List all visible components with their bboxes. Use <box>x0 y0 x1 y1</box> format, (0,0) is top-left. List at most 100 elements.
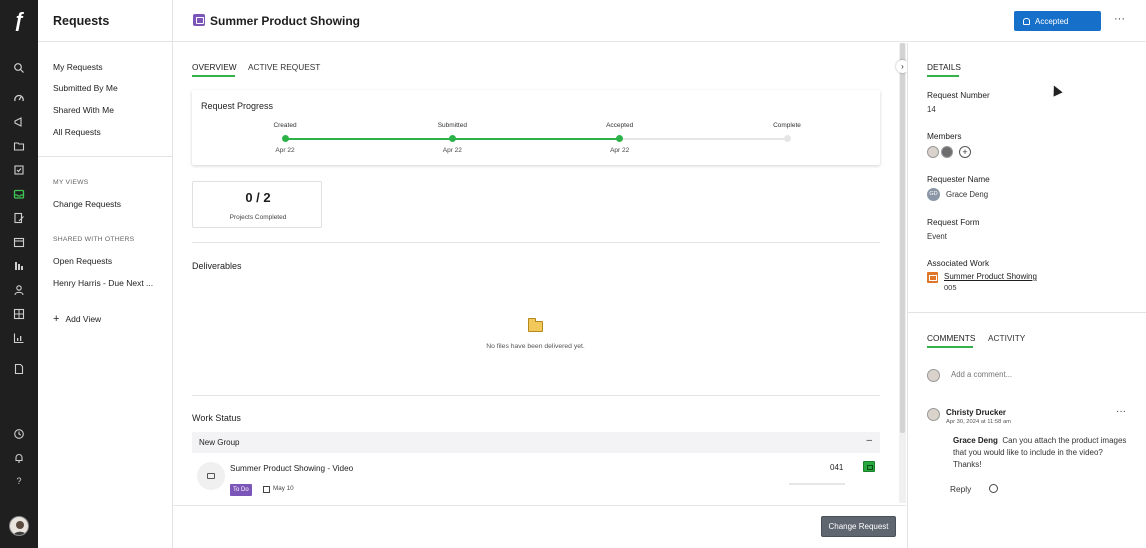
collapse-icon[interactable]: – <box>866 435 872 446</box>
divider <box>192 242 880 243</box>
progress-step-label: Accepted <box>606 122 634 129</box>
shared-heading: SHARED WITH OTHERS <box>53 236 135 243</box>
work-status-title: Work Status <box>192 413 241 423</box>
dashboard-icon[interactable] <box>13 92 25 104</box>
comment-more-icon[interactable]: ··· <box>1116 406 1126 417</box>
divider <box>908 312 1146 313</box>
chart-icon[interactable] <box>13 332 25 344</box>
tab-comments[interactable]: COMMENTS <box>927 333 975 343</box>
change-request-button[interactable]: Change Request <box>821 516 896 537</box>
progress-step-date: Apr 22 <box>275 147 295 154</box>
app-window: ƒ ? Requests My Requests Submitted By Me… <box>0 0 1146 548</box>
group-header[interactable]: New Group – <box>192 432 880 453</box>
tab-active-request[interactable]: ACTIVE REQUEST <box>248 62 320 72</box>
nav-item-all-requests[interactable]: All Requests <box>53 127 101 137</box>
grid-icon[interactable] <box>13 308 25 320</box>
work-progress-bar <box>789 483 845 485</box>
scroll-thumb[interactable] <box>900 43 905 433</box>
requester-name: Grace Deng <box>946 190 989 199</box>
due-date: May 10 <box>273 485 294 492</box>
progress-track <box>285 138 787 140</box>
icon-rail: ƒ ? <box>0 0 38 548</box>
comment-mention[interactable]: Grace Deng <box>953 436 998 445</box>
progress-step-dot <box>281 135 289 142</box>
nav-item-open-requests[interactable]: Open Requests <box>53 256 112 266</box>
work-code: 041 <box>830 463 844 472</box>
request-form-value: Event <box>927 232 947 241</box>
calendar-icon <box>263 486 270 493</box>
clock-icon[interactable] <box>13 428 25 440</box>
projects-count: 0 / 2 <box>245 190 271 205</box>
add-member-icon[interactable]: + <box>959 146 971 158</box>
members-label: Members <box>927 131 962 141</box>
request-icon <box>193 14 205 26</box>
board-icon[interactable] <box>13 260 25 272</box>
member-avatar[interactable] <box>927 146 939 158</box>
calendar-icon[interactable] <box>13 236 25 248</box>
work-name[interactable]: Summer Product Showing - Video <box>230 464 353 473</box>
progress-title: Request Progress <box>201 101 274 111</box>
progress-step-label: Created <box>273 122 297 129</box>
page-footer: Change Request <box>173 505 906 548</box>
progress-step-label: Submitted <box>437 122 467 129</box>
task-icon[interactable] <box>13 164 25 176</box>
tab-overview[interactable]: OVERVIEW <box>192 62 237 72</box>
person-icon[interactable] <box>13 284 25 296</box>
nav-item-submitted-by-me[interactable]: Submitted By Me <box>53 83 118 93</box>
reply-button[interactable]: Reply <box>950 484 971 494</box>
help-icon[interactable]: ? <box>13 475 25 487</box>
user-avatar[interactable] <box>9 516 29 536</box>
requester-label: Requester Name <box>927 174 990 184</box>
main-scrollbar[interactable] <box>899 43 906 503</box>
add-view-button[interactable]: + Add View <box>53 313 101 325</box>
page-title: Summer Product Showing <box>210 14 361 28</box>
main-content: OVERVIEW ACTIVE REQUEST Request Progress… <box>173 43 906 548</box>
folder-icon[interactable] <box>13 140 25 152</box>
project-icon <box>197 462 225 490</box>
status-label: Accepted <box>1035 16 1069 26</box>
edit-document-icon[interactable] <box>13 212 25 224</box>
logo-icon[interactable]: ƒ <box>9 10 29 32</box>
associated-work-code: 005 <box>944 283 957 292</box>
project-folder-icon[interactable] <box>863 461 875 472</box>
notification-icon[interactable] <box>13 452 25 464</box>
associated-work-link[interactable]: Summer Product Showing <box>944 272 1037 281</box>
divider <box>38 41 173 42</box>
megaphone-icon <box>927 272 938 283</box>
current-user-avatar <box>927 369 940 382</box>
add-view-label: Add View <box>65 314 102 324</box>
nav-title: Requests <box>53 14 110 28</box>
status-badge[interactable]: To Do <box>230 484 252 496</box>
divider <box>192 395 880 396</box>
tab-details[interactable]: DETAILS <box>927 62 961 72</box>
member-avatar[interactable] <box>941 146 953 158</box>
nav-item-shared-with-me[interactable]: Shared With Me <box>53 105 114 115</box>
requests-nav: Requests My Requests Submitted By Me Sha… <box>38 0 173 548</box>
inbox-icon[interactable] <box>13 188 25 200</box>
tab-activity[interactable]: ACTIVITY <box>988 333 1025 343</box>
active-tab-underline <box>927 75 959 77</box>
active-tab-underline <box>192 75 235 77</box>
active-tab-underline <box>927 346 973 348</box>
more-options-icon[interactable]: ··· <box>1114 13 1125 25</box>
document-icon[interactable] <box>13 363 25 375</box>
nav-item-change-requests[interactable]: Change Requests <box>53 199 121 209</box>
nav-item-my-requests[interactable]: My Requests <box>53 62 103 72</box>
request-progress-card: Request Progress Created Apr 22 Submitted A… <box>192 90 880 165</box>
progress-step-date: Apr 22 <box>442 147 462 154</box>
nav-item-henry-harris[interactable]: Henry Harris - Due Next ... <box>53 278 153 288</box>
group-name: New Group <box>199 438 240 447</box>
progress-step-label: Complete <box>773 122 801 129</box>
requester-avatar: GD <box>927 188 940 201</box>
request-form-label: Request Form <box>927 217 980 227</box>
status-accepted-button[interactable]: Accepted <box>1014 11 1101 31</box>
megaphone-icon[interactable] <box>13 116 25 128</box>
work-row[interactable]: Summer Product Showing - Video To Do May… <box>192 455 880 503</box>
commenter-avatar <box>927 408 940 421</box>
reaction-icon[interactable] <box>989 484 998 493</box>
my-views-heading: MY VIEWS <box>53 179 89 186</box>
progress-step-dot <box>783 135 791 142</box>
page-header: Summer Product Showing Accepted ··· <box>173 0 1146 42</box>
search-icon[interactable] <box>13 62 25 74</box>
comment-input[interactable] <box>951 370 1111 379</box>
